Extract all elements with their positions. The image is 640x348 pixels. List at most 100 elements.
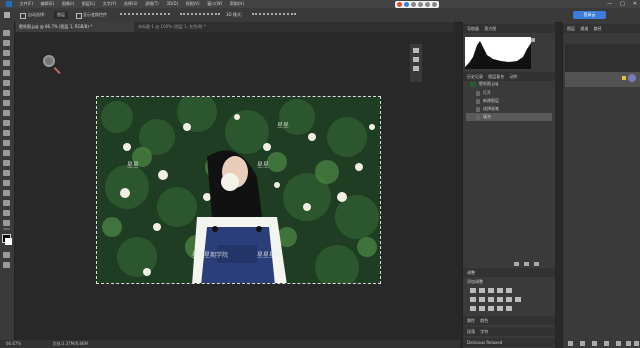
layer-style-icon[interactable]: [580, 341, 585, 346]
marquee-tool-icon[interactable]: [3, 40, 10, 46]
path-select-tool-icon[interactable]: [3, 190, 10, 196]
trash-icon[interactable]: [634, 341, 639, 346]
distribute-buttons[interactable]: [180, 13, 220, 19]
new-group-icon[interactable]: [616, 341, 621, 346]
adjustment-layer-icon[interactable]: [604, 341, 609, 346]
quick-select-tool-icon[interactable]: [3, 60, 10, 66]
history-item[interactable]: 新建图层: [466, 97, 552, 105]
color-lookup-icon[interactable]: [515, 297, 521, 302]
gradient-map-icon[interactable]: [497, 306, 503, 311]
zoom-tool-icon[interactable]: [3, 220, 10, 226]
lasso-tool-icon[interactable]: [3, 50, 10, 56]
properties-panel-icon[interactable]: [413, 57, 419, 62]
move-tool-icon[interactable]: [3, 30, 10, 36]
ime-logo-icon[interactable]: [397, 2, 402, 7]
font-name[interactable]: Delicious Relaxed: [467, 340, 502, 345]
menu-filter[interactable]: 滤镜(T): [145, 0, 159, 8]
link-layers-icon[interactable]: [568, 341, 573, 346]
menu-select[interactable]: 选择(S): [124, 0, 138, 8]
selective-color-icon[interactable]: [506, 306, 512, 311]
delete-icon[interactable]: [534, 262, 539, 266]
move-tool-icon[interactable]: [4, 12, 10, 18]
blur-tool-icon[interactable]: [3, 150, 10, 156]
minimize-button[interactable]: —: [607, 0, 612, 8]
pen-tool-icon[interactable]: [3, 170, 10, 176]
ime-keyboard-icon[interactable]: [425, 2, 430, 7]
layer-select-dropdown[interactable]: 图层: [54, 11, 68, 19]
menu-type[interactable]: 文字(Y): [103, 0, 117, 8]
shape-tool-icon[interactable]: [3, 200, 10, 206]
auto-select-checkbox[interactable]: [20, 13, 26, 19]
menu-3d[interactable]: 3D(D): [166, 0, 178, 8]
tab-paragraph[interactable]: 段落: [467, 329, 475, 334]
histogram-warning-icon[interactable]: [531, 38, 535, 42]
exposure-icon[interactable]: [497, 288, 503, 293]
show-transform-checkbox[interactable]: [76, 13, 82, 19]
brightness-icon[interactable]: [470, 288, 476, 293]
history-item[interactable]: 选择画笔: [466, 105, 552, 113]
document-info[interactable]: 文档:3.37M/6.86M: [53, 341, 88, 346]
crop-tool-icon[interactable]: [3, 70, 10, 76]
menu-window[interactable]: 窗口(W): [207, 0, 222, 8]
tab-channels[interactable]: 通道: [580, 26, 588, 31]
tab-adjustments[interactable]: 调整: [467, 270, 475, 275]
healing-tool-icon[interactable]: [3, 90, 10, 96]
tab-navigator[interactable]: 导航器: [467, 26, 479, 31]
screen-mode-icon[interactable]: [3, 262, 10, 268]
vibrance-icon[interactable]: [506, 288, 512, 293]
threshold-icon[interactable]: [488, 306, 494, 311]
layer-list[interactable]: [565, 44, 640, 72]
ime-toolbar[interactable]: [395, 1, 439, 8]
layer-thumbnail[interactable]: [628, 74, 636, 82]
menu-view[interactable]: 视图(V): [186, 0, 200, 8]
invert-icon[interactable]: [470, 306, 476, 311]
eyedropper-tool-icon[interactable]: [3, 80, 10, 86]
ime-punct-icon[interactable]: [411, 2, 416, 7]
dodge-tool-icon[interactable]: [3, 160, 10, 166]
mode-3d-buttons[interactable]: [252, 13, 296, 19]
menu-edit[interactable]: 编辑(E): [41, 0, 55, 8]
stamp-tool-icon[interactable]: [3, 110, 10, 116]
new-layer-icon[interactable]: [626, 341, 631, 346]
lock-icon[interactable]: [622, 76, 626, 80]
levels-icon[interactable]: [479, 288, 485, 293]
menu-help[interactable]: 帮助(H): [230, 0, 244, 8]
document-image[interactable]: 星星 星星 星星星期学院 星星星期 星星: [96, 96, 381, 284]
background-color-swatch[interactable]: [5, 238, 12, 245]
maximize-button[interactable]: □: [620, 0, 625, 8]
color-balance-icon[interactable]: [479, 297, 485, 302]
tab-properties[interactable]: 属性: [467, 318, 475, 323]
eraser-tool-icon[interactable]: [3, 130, 10, 136]
tab-history[interactable]: 历史记录: [467, 74, 483, 79]
zoom-level[interactable]: 66.67%: [6, 341, 21, 346]
tab-actions[interactable]: 动作: [510, 74, 518, 79]
document-tab[interactable]: 壁纸图.jpg @ 66.7% (图层 1, RGB/8) *: [16, 22, 134, 32]
photo-filter-icon[interactable]: [497, 297, 503, 302]
tab-layer-comps[interactable]: 图层复合: [488, 74, 504, 79]
menu-file[interactable]: 文件(F): [20, 0, 33, 8]
ime-settings-icon[interactable]: [432, 2, 437, 7]
add-mask-icon[interactable]: [592, 341, 597, 346]
camera-icon[interactable]: [524, 262, 529, 266]
new-snapshot-icon[interactable]: [514, 262, 519, 266]
tab-paths[interactable]: 路径: [594, 26, 602, 31]
text-tool-icon[interactable]: [3, 180, 10, 186]
close-button[interactable]: ✕: [633, 0, 637, 8]
history-brush-tool-icon[interactable]: [3, 120, 10, 126]
hand-tool-icon[interactable]: [3, 210, 10, 216]
ps-logo-icon[interactable]: [6, 1, 12, 7]
gradient-tool-icon[interactable]: [3, 140, 10, 146]
play-action-icon[interactable]: [413, 66, 419, 71]
menu-image[interactable]: 图像(I): [62, 0, 74, 8]
black-white-icon[interactable]: [488, 297, 494, 302]
tab-layers[interactable]: 图层: [567, 26, 575, 31]
hue-icon[interactable]: [470, 297, 476, 302]
menu-layer[interactable]: 图层(L): [82, 0, 95, 8]
tab-color[interactable]: 颜色: [480, 318, 488, 323]
posterize-icon[interactable]: [479, 306, 485, 311]
curves-icon[interactable]: [488, 288, 494, 293]
document-tab-2[interactable]: 未标题-1 @ 100% (图层 1, 灰色/8) *: [138, 22, 206, 32]
login-button[interactable]: 登录云: [573, 11, 606, 19]
history-item[interactable]: 打开: [466, 89, 552, 97]
tab-histogram[interactable]: 直方图: [484, 26, 496, 31]
